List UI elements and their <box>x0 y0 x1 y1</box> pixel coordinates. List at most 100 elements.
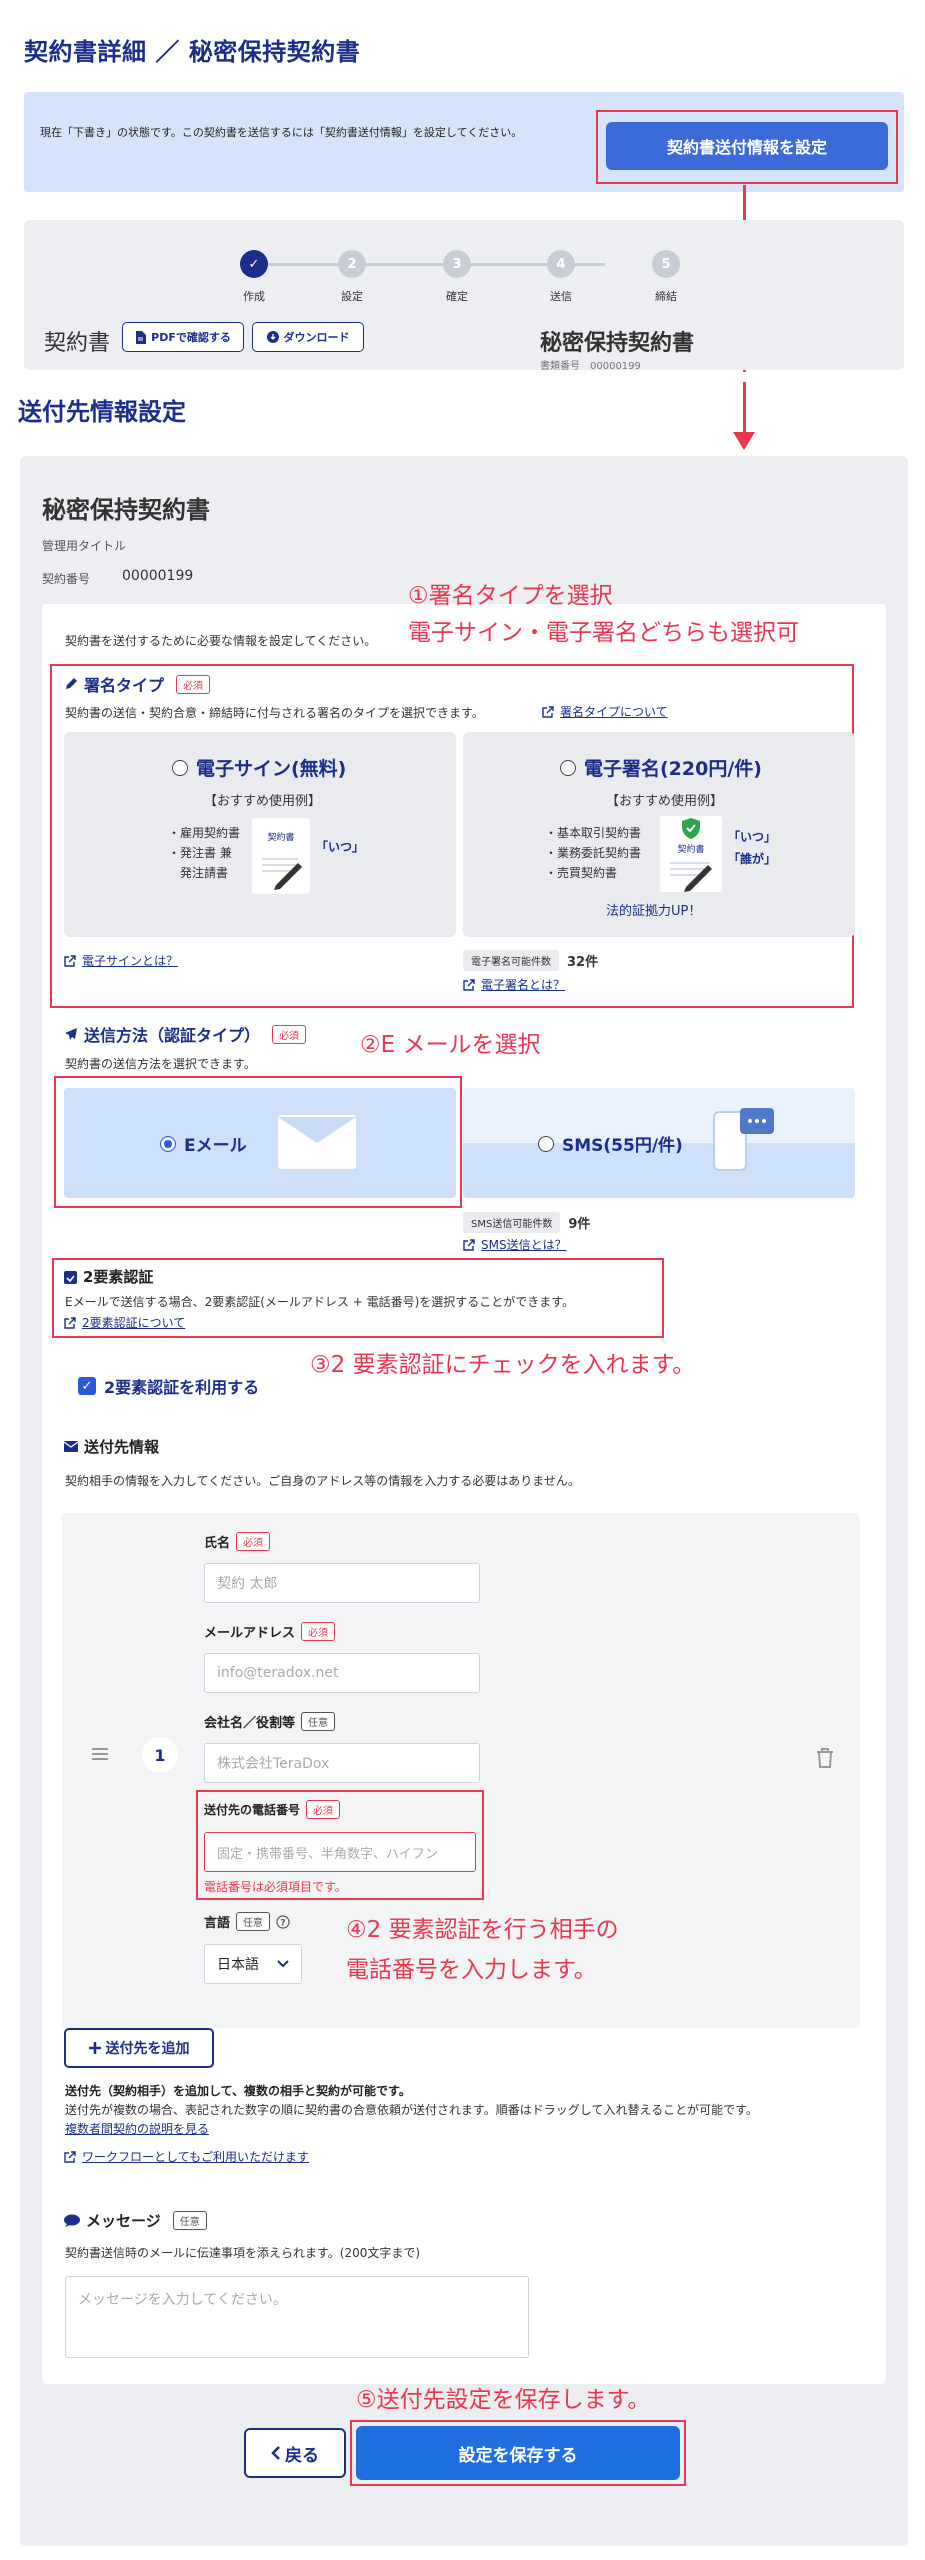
step-send: 4 送信 <box>531 250 591 304</box>
esign-radio[interactable] <box>172 759 188 776</box>
annotation-5: ⑤送付先設定を保存します。 <box>356 2387 651 2413</box>
pen-signature-icon <box>262 858 302 890</box>
sms-count-label: SMS送信可能件数 <box>463 1212 561 1233</box>
external-link-icon <box>64 2150 76 2163</box>
step-label: 送信 <box>550 290 572 303</box>
pencil-icon <box>64 677 78 691</box>
envelope-icon <box>278 1115 356 1169</box>
recipient-info-title: 送付先情報 <box>64 1436 159 1457</box>
pdf-icon <box>135 330 147 344</box>
step-settings: 2 設定 <box>322 250 382 304</box>
plus-icon <box>88 2042 101 2054</box>
send-method-title: 送信方法（認証タイプ） 必須 <box>64 1022 307 1046</box>
pdf-preview-label: PDFで確認する <box>151 331 231 344</box>
two-factor-checkbox[interactable]: ✓ <box>78 1377 96 1395</box>
section-title: 送付先情報設定 <box>18 398 186 426</box>
sms-about-link[interactable]: SMS送信とは？ <box>463 1236 567 1253</box>
external-link-icon <box>463 978 475 991</box>
phone-input[interactable]: 固定・携帯番号、半角数字、ハイフン <box>204 1832 476 1872</box>
language-select[interactable]: 日本語 <box>204 1944 302 1984</box>
two-factor-about-link[interactable]: 2要素認証について <box>64 1314 185 1331</box>
back-button[interactable]: 戻る <box>244 2428 346 2478</box>
list-item: ・売買契約書 <box>545 866 618 880</box>
company-field-label: 会社名／役割等 任意 <box>204 1712 336 1731</box>
sms-about-label: SMS送信とは？ <box>481 1238 567 1252</box>
signature-type-about-label: 署名タイプについて <box>560 705 668 719</box>
step-number: 4 <box>547 250 575 278</box>
step-conclude: 5 締結 <box>636 250 696 304</box>
email-field-label: メールアドレス 必須 <box>204 1622 336 1641</box>
pdf-preview-button[interactable]: PDFで確認する <box>122 322 244 352</box>
drag-handle-icon[interactable] <box>92 1748 108 1760</box>
contract-number: 00000199 <box>122 568 194 584</box>
message-desc: 契約書送信時のメールに伝達事項を添えられます。(200文字まで) <box>65 2246 421 2260</box>
edigital-signature-count-row: 電子署名可能件数 32件 <box>463 950 598 971</box>
required-badge: 必須 <box>301 1622 336 1641</box>
language-select-value: 日本語 <box>217 1957 259 1973</box>
signature-type-label: 署名タイプ <box>84 676 165 695</box>
email-option-title[interactable]: Eメール <box>160 1131 247 1156</box>
step-confirm: 3 確定 <box>427 250 487 304</box>
step-number: 5 <box>652 250 680 278</box>
required-badge: 必須 <box>272 1024 307 1044</box>
message-textarea[interactable]: メッセージを入力してください。 <box>65 2276 529 2358</box>
workflow-link[interactable]: ワークフローとしてもご利用いただけます <box>64 2148 309 2165</box>
esign-when-label: 「いつ」 <box>316 840 365 854</box>
list-item: ・基本取引契約書 <box>545 826 642 840</box>
add-recipient-note2: 送付先が複数の場合、表記された数字の順に契約書の合意依頼が送付されます。順番はド… <box>65 2103 758 2117</box>
step-label: 締結 <box>655 290 677 303</box>
esign-option-title[interactable]: 電子サイン(無料) <box>172 754 346 781</box>
phone-error-message: 電話番号は必須項目です。 <box>204 1880 347 1894</box>
two-factor-label: 2要素認証 <box>83 1268 154 1286</box>
esign-about-link[interactable]: 電子サインとは？ <box>64 952 178 969</box>
download-button[interactable]: ダウンロード <box>252 322 364 352</box>
chevron-down-icon <box>277 1960 289 1968</box>
add-recipient-button[interactable]: 送付先を追加 <box>64 2028 214 2068</box>
recipient-info-label: 送付先情報 <box>84 1438 160 1456</box>
highlight-box-send-info <box>596 110 898 184</box>
edigital-signature-document-illustration: 契約書 <box>660 816 722 892</box>
draft-notice-text: 現在「下書き」の状態です。この契約書を送信するには「契約書送付情報」を設定してく… <box>40 126 523 139</box>
message-label: メッセージ <box>86 2212 161 2230</box>
recipient-order-number: 1 <box>142 1737 178 1773</box>
company-input[interactable]: 株式会社TeraDox <box>204 1743 480 1783</box>
edigital-signature-title-label: 電子署名(220円/件) <box>584 758 762 780</box>
sms-option-label: SMS(55円/件) <box>562 1136 683 1156</box>
step-label: 確定 <box>446 290 468 303</box>
multi-party-link[interactable]: 複数者間契約の説明を見る <box>65 2120 209 2137</box>
edigital-signature-radio[interactable] <box>560 759 576 776</box>
sms-count: 9件 <box>568 1217 591 1232</box>
phone-field-label: 送付先の電話番号 必須 <box>204 1800 341 1819</box>
signature-type-title: 署名タイプ 必須 <box>64 672 211 696</box>
illustration-doc-text: 契約書 <box>677 845 705 855</box>
esign-example-list: ・雇用契約書 ・発注書 兼 発注請書 <box>168 823 240 883</box>
name-input[interactable]: 契約 太郎 <box>204 1563 480 1603</box>
step-create: ✓ 作成 <box>224 250 284 304</box>
pen-signature-icon <box>670 862 712 892</box>
edigital-signature-when-label: 「いつ」 <box>728 830 777 844</box>
illustration-doc-text: 契約書 <box>267 833 295 843</box>
add-recipient-note1: 送付先（契約相手）を追加して、複数の相手と契約が可能です。 <box>65 2084 411 2098</box>
sms-option-title[interactable]: SMS(55円/件) <box>538 1131 683 1156</box>
annotation-4-line2: 電話番号を入力します。 <box>346 1957 597 1983</box>
list-item: 発注請書 <box>168 866 229 880</box>
email-input[interactable]: info@teradox.net <box>204 1653 480 1693</box>
name-label: 氏名 <box>204 1536 231 1551</box>
annotation-4-line1: ④2 要素認証を行う相手の <box>346 1917 619 1943</box>
email-option-panel[interactable] <box>64 1088 456 1198</box>
download-label: ダウンロード <box>283 331 350 344</box>
email-radio[interactable] <box>160 1135 176 1152</box>
edigital-signature-title[interactable]: 電子署名(220円/件) <box>560 754 762 781</box>
trash-icon[interactable] <box>816 1748 834 1768</box>
smartphone-chat-icon <box>712 1106 776 1172</box>
two-factor-checkbox-row[interactable]: ✓ 2要素認証を利用する <box>78 1374 259 1398</box>
help-icon[interactable]: ? <box>276 1914 290 1929</box>
edigital-signature-about-link[interactable]: 電子署名とは？ <box>463 976 565 993</box>
speech-bubble-icon <box>64 2214 80 2227</box>
send-method-desc: 契約書の送信方法を選択できます。 <box>65 1057 256 1071</box>
save-settings-button[interactable]: 設定を保存する <box>356 2426 680 2480</box>
signature-type-about-link[interactable]: 署名タイプについて <box>542 703 668 720</box>
sms-radio[interactable] <box>538 1135 554 1152</box>
check-icon: ✓ <box>240 250 268 278</box>
message-title: メッセージ 任意 <box>64 2210 207 2231</box>
